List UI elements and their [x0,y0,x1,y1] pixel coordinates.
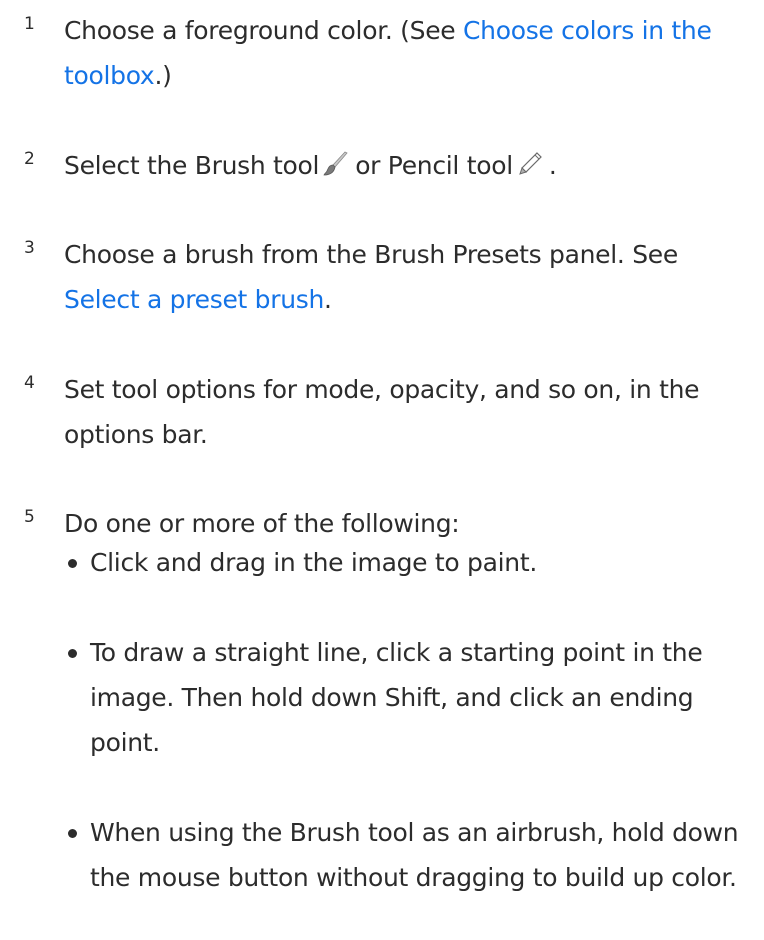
list-item: To draw a straight line, click a startin… [68,630,740,765]
bullet-dot [68,829,77,838]
step-text: Set tool options for mode, opacity, and … [64,375,700,449]
step-text-part: or Pencil tool [355,151,513,180]
step-number: 3 [24,238,35,258]
step-number: 5 [24,507,35,527]
select-preset-brush-link[interactable]: Select a preset brush [64,285,324,314]
step-number: 1 [24,14,35,34]
pencil-tool-icon [517,146,543,175]
brush-tool-icon [323,146,349,176]
list-item: When using the Brush tool as an airbrush… [68,810,740,900]
step-text-part: .) [154,61,172,90]
instruction-steps: 1 Choose a foreground color. (See Choose… [0,0,764,940]
step-text: Select the Brush tool or Pencil tool. [64,143,754,188]
step-text-part: . [548,151,557,180]
list-item-text: When using the Brush tool as an airbrush… [90,818,739,892]
step-text-part: . [324,285,332,314]
step-number: 2 [24,149,35,169]
bullet-dot [68,649,77,658]
step-text-part: Select the Brush tool [64,151,320,180]
step-text: Choose a brush from the Brush Presets pa… [64,232,754,322]
step-number: 4 [24,373,35,393]
list-item-text: To draw a straight line, click a startin… [90,638,703,757]
step-text-part: Choose a foreground color. (See [64,16,464,45]
list-item-text: Click and drag in the image to paint. [90,548,537,577]
step-text-part: Choose a brush from the Brush Presets pa… [64,240,678,269]
bullet-dot [68,559,77,568]
list-item: Click and drag in the image to paint. [68,540,740,585]
step-text: Choose a foreground color. (See Choose c… [64,8,754,98]
